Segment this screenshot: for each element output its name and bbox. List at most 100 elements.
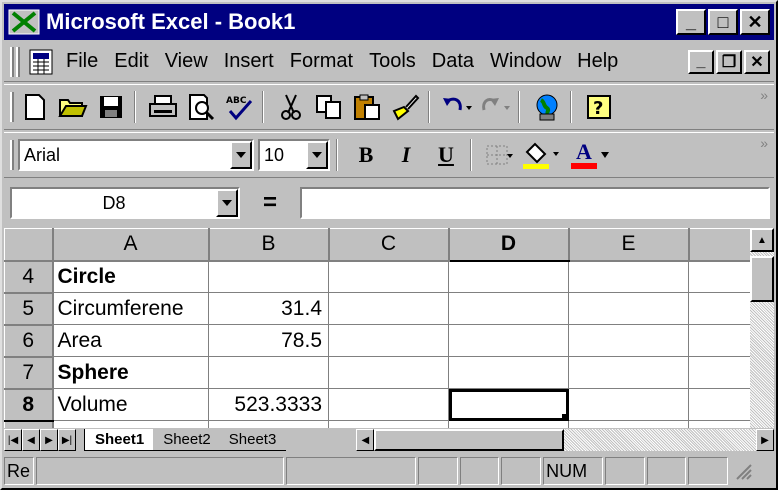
print-preview-button[interactable] [184, 90, 218, 124]
cell-b7[interactable] [208, 356, 329, 389]
menu-tools[interactable]: Tools [369, 50, 416, 73]
toolbar-grip[interactable] [10, 92, 14, 122]
maximize-button[interactable]: □ [708, 9, 738, 35]
row-header[interactable]: 5 [4, 292, 54, 326]
web-toolbar-button[interactable] [530, 90, 564, 124]
open-button[interactable] [56, 90, 90, 124]
formula-equals-button[interactable]: = [240, 189, 300, 217]
cell-f8[interactable] [688, 388, 751, 421]
title-bar[interactable]: Microsoft Excel - Book1 _ □ ✕ [4, 4, 774, 40]
more-buttons-chevron-icon[interactable]: » [760, 87, 768, 103]
cell-d7[interactable] [448, 356, 569, 389]
cell-b8[interactable]: 523.3333 [208, 388, 329, 421]
row-header[interactable] [4, 420, 54, 428]
workbook-icon[interactable] [26, 47, 56, 77]
cell-b5[interactable]: 31.4 [208, 292, 329, 325]
cell-c8[interactable] [328, 388, 449, 421]
column-header-d[interactable]: D [448, 228, 570, 262]
doc-close-button[interactable]: ✕ [744, 49, 770, 74]
close-button[interactable]: ✕ [740, 9, 770, 35]
active-cell-d8[interactable] [448, 388, 569, 421]
cell-a9[interactable] [52, 420, 209, 428]
cell-b4[interactable] [208, 260, 329, 293]
underline-button[interactable]: U [428, 138, 464, 172]
cell-c5[interactable] [328, 292, 449, 325]
cell-c7[interactable] [328, 356, 449, 389]
menu-grip-2[interactable] [16, 46, 20, 77]
menu-grip[interactable] [10, 46, 14, 77]
cell-e8[interactable] [568, 388, 689, 421]
cell-a6[interactable]: Area [52, 324, 209, 357]
cell-e4[interactable] [568, 260, 689, 293]
row-header[interactable]: 7 [4, 356, 54, 390]
menu-view[interactable]: View [165, 50, 208, 73]
cell-a7[interactable]: Sphere [52, 356, 209, 389]
vertical-scroll-thumb[interactable] [750, 256, 774, 302]
italic-button[interactable]: I [388, 138, 424, 172]
cell-a8[interactable]: Volume [52, 388, 209, 421]
menu-file[interactable]: File [66, 50, 98, 73]
more-buttons-chevron-icon[interactable]: » [760, 135, 768, 151]
name-box-dropdown[interactable] [216, 189, 238, 217]
cut-button[interactable] [274, 90, 308, 124]
size-dropdown-button[interactable] [306, 141, 328, 169]
font-name-combo[interactable]: Arial [18, 139, 254, 171]
fill-handle[interactable] [562, 414, 568, 420]
print-button[interactable] [146, 90, 180, 124]
menu-format[interactable]: Format [290, 50, 353, 73]
cell-e9[interactable] [568, 420, 689, 428]
sheet-tab-sheet2[interactable]: Sheet2 [153, 429, 221, 451]
menu-edit[interactable]: Edit [114, 50, 148, 73]
doc-minimize-button[interactable]: _ [688, 49, 714, 74]
new-button[interactable] [18, 90, 52, 124]
help-button[interactable]: ? [582, 90, 616, 124]
column-header-a[interactable]: A [52, 228, 210, 262]
undo-button[interactable] [440, 90, 474, 124]
copy-button[interactable] [312, 90, 346, 124]
cell-c4[interactable] [328, 260, 449, 293]
menu-help[interactable]: Help [577, 50, 618, 73]
cell-b6[interactable]: 78.5 [208, 324, 329, 357]
scroll-right-button[interactable]: ▶ [756, 429, 774, 451]
font-size-combo[interactable]: 10 [258, 139, 330, 171]
font-color-button[interactable]: A [568, 138, 612, 172]
vertical-scrollbar[interactable]: ▲ [750, 228, 774, 428]
horizontal-scrollbar[interactable]: ◀ ▶ [356, 429, 774, 451]
prev-sheet-button[interactable]: ◀ [22, 429, 40, 451]
first-sheet-button[interactable]: |◀ [4, 429, 22, 451]
menu-window[interactable]: Window [490, 50, 561, 73]
excel-app-icon[interactable] [8, 7, 40, 37]
resize-grip-icon[interactable] [730, 457, 775, 485]
cell-b9[interactable] [208, 420, 329, 428]
cell-c9[interactable] [328, 420, 449, 428]
bold-button[interactable]: B [348, 138, 384, 172]
cell-e6[interactable] [568, 324, 689, 357]
menu-data[interactable]: Data [432, 50, 474, 73]
column-header-c[interactable]: C [328, 228, 450, 262]
cell-e5[interactable] [568, 292, 689, 325]
cell-a5[interactable]: Circumferene [52, 292, 209, 325]
worksheet-grid[interactable]: A B C D E 4 Circle 5 Circumferene 31.4 6… [4, 228, 774, 428]
row-header[interactable]: 6 [4, 324, 54, 358]
sheet-tab-sheet1[interactable]: Sheet1 [84, 429, 156, 451]
save-button[interactable] [94, 90, 128, 124]
borders-button[interactable] [482, 138, 516, 172]
cell-f5[interactable] [688, 292, 751, 325]
paste-button[interactable] [350, 90, 384, 124]
cell-f7[interactable] [688, 356, 751, 389]
cell-d4[interactable] [448, 260, 569, 293]
toolbar-grip[interactable] [10, 140, 14, 170]
cell-f9[interactable] [688, 420, 751, 428]
name-box[interactable]: D8 [10, 187, 240, 219]
format-painter-button[interactable] [388, 90, 422, 124]
cell-d5[interactable] [448, 292, 569, 325]
doc-restore-button[interactable]: ❐ [716, 49, 742, 74]
menu-insert[interactable]: Insert [224, 50, 274, 73]
horizontal-scroll-thumb[interactable] [374, 429, 565, 451]
scroll-left-button[interactable]: ◀ [356, 429, 375, 451]
formula-input[interactable] [300, 187, 770, 219]
cell-e7[interactable] [568, 356, 689, 389]
fill-color-button[interactable] [520, 138, 564, 172]
cell-f6[interactable] [688, 324, 751, 357]
scroll-up-button[interactable]: ▲ [750, 228, 774, 252]
